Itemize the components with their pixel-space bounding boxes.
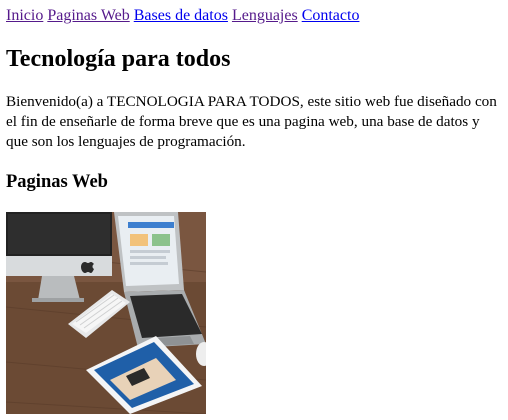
nav-link-contacto[interactable]: Contacto (302, 7, 360, 24)
desk-photo (6, 212, 206, 414)
nav-link-bases-de-datos[interactable]: Bases de datos (134, 7, 228, 24)
nav-link-lenguajes[interactable]: Lenguajes (232, 7, 298, 24)
page-title: Tecnología para todos (6, 46, 231, 72)
nav-link-paginas-web[interactable]: Paginas Web (47, 7, 129, 24)
top-navigation: Inicio Paginas Web Bases de datos Lengua… (6, 6, 359, 25)
nav-link-inicio[interactable]: Inicio (6, 7, 43, 24)
section-heading-paginas-web: Paginas Web (6, 172, 108, 192)
intro-paragraph: Bienvenido(a) a TECNOLOGIA PARA TODOS, e… (6, 93, 497, 150)
